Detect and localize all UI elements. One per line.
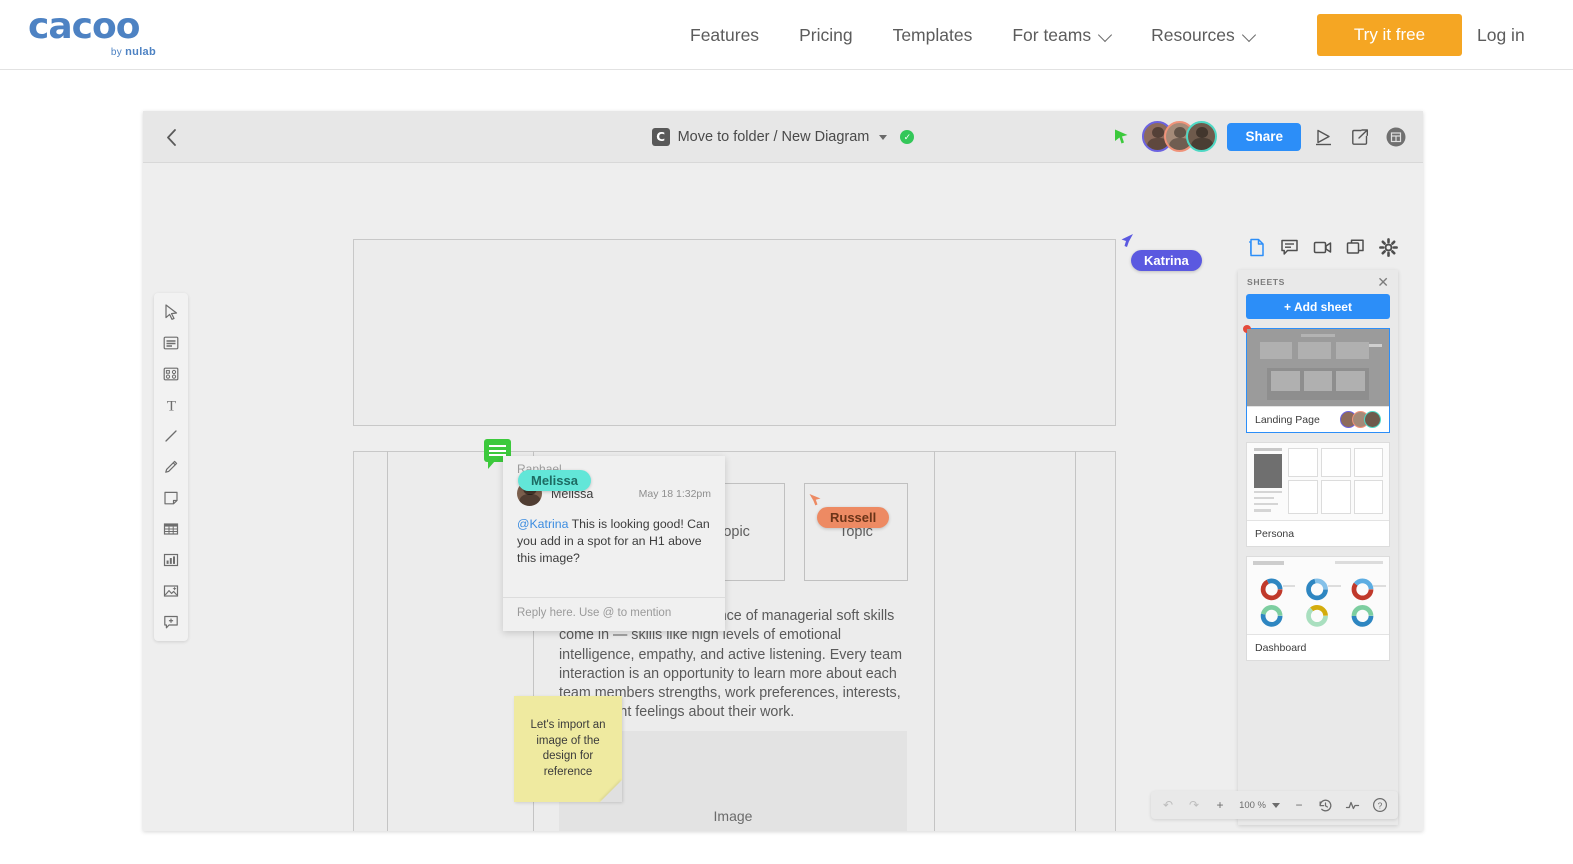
logo-byline-brand: nulab xyxy=(125,46,156,58)
sticky-note-text: Let's import an image of the design for … xyxy=(530,719,606,778)
melissa-cursor-label: Melissa xyxy=(518,470,591,491)
sheet-label: Persona xyxy=(1247,520,1389,546)
history-icon[interactable] xyxy=(1313,794,1338,816)
green-cursor-icon xyxy=(1113,128,1130,145)
collaborator-avatars[interactable] xyxy=(1142,121,1218,152)
diagram-canvas[interactable]: Topic Topic Topic This is where the impo… xyxy=(143,163,1423,831)
nav-link-for-teams[interactable]: For teams xyxy=(992,25,1131,46)
redo-button[interactable]: ↷ xyxy=(1182,794,1206,816)
sheet-label: Dashboard xyxy=(1247,634,1389,660)
chevron-down-icon xyxy=(1100,30,1111,41)
export-share-icon[interactable] xyxy=(1347,124,1373,150)
wireframe-column-divider xyxy=(387,451,388,831)
panel-icon-row xyxy=(1244,235,1401,260)
wireframe-frame-top[interactable] xyxy=(353,239,1116,426)
nav-link-features[interactable]: Features xyxy=(670,25,779,46)
zoom-level-value: 100 % xyxy=(1239,799,1266,811)
wireframe-column-divider xyxy=(1075,451,1076,831)
share-button[interactable]: Share xyxy=(1227,122,1301,151)
logo-byline-prefix: by xyxy=(110,47,126,58)
sheet-thumbnail xyxy=(1247,329,1389,406)
avatar xyxy=(1364,411,1381,428)
saved-status-icon: ✓ xyxy=(900,130,915,144)
sheets-panel-header: SHEETS ✕ xyxy=(1238,270,1398,294)
sheets-panel: SHEETS ✕ + Add sheet Landing Page Person… xyxy=(1238,270,1398,825)
katrina-cursor-label: Katrina xyxy=(1131,250,1202,271)
sheet-thumbnail xyxy=(1247,557,1389,634)
sheet-card-persona[interactable]: Persona xyxy=(1246,442,1390,547)
present-icon[interactable] xyxy=(1311,124,1337,150)
app-header-bar: C Move to folder / New Diagram ✓ Share xyxy=(143,111,1423,163)
nav-link-pricing-label: Pricing xyxy=(799,24,853,45)
nav-links: Features Pricing Templates For teams Res… xyxy=(670,0,1275,70)
sheet-card-dashboard[interactable]: Dashboard xyxy=(1246,556,1390,661)
logo-byline: by nulab xyxy=(28,46,158,58)
cacoo-doc-icon: C xyxy=(651,128,670,146)
image-placeholder-label: Image xyxy=(713,808,753,824)
sheet-card-landing-page[interactable]: Landing Page xyxy=(1243,325,1390,433)
sticky-note[interactable]: Let's import an image of the design for … xyxy=(514,696,622,802)
sheet-name: Landing Page xyxy=(1255,413,1320,426)
close-icon[interactable]: ✕ xyxy=(1377,275,1389,289)
comment-mention[interactable]: @Katrina xyxy=(517,517,568,531)
header-actions: Share xyxy=(1113,121,1409,152)
undo-button[interactable]: ↶ xyxy=(1156,794,1180,816)
site-navigation-bar: cacoo by nulab Features Pricing Template… xyxy=(0,0,1573,70)
add-sheet-button[interactable]: + Add sheet xyxy=(1246,294,1390,319)
nav-link-resources-label: Resources xyxy=(1151,24,1235,45)
comments-icon[interactable] xyxy=(1277,235,1302,260)
sheet-name: Persona xyxy=(1255,527,1295,540)
sheet-thumbnail xyxy=(1247,443,1389,520)
zoom-in-button[interactable]: + xyxy=(1208,794,1232,816)
log-in-link[interactable]: Log in xyxy=(1477,0,1525,70)
sheets-icon[interactable] xyxy=(1244,235,1269,260)
avatar[interactable] xyxy=(1186,121,1218,152)
nav-link-pricing[interactable]: Pricing xyxy=(779,25,873,46)
settings-gear-icon[interactable] xyxy=(1376,235,1401,260)
chevron-down-icon xyxy=(1244,30,1255,41)
cacoo-app-window: C Move to folder / New Diagram ✓ Share T… xyxy=(143,111,1423,831)
sheets-panel-title: SHEETS xyxy=(1247,277,1285,287)
video-chat-icon[interactable] xyxy=(1310,235,1335,260)
minimap-icon[interactable] xyxy=(1340,794,1365,816)
russell-cursor-label: Russell xyxy=(817,507,890,528)
logo-wordmark: cacoo xyxy=(28,6,140,47)
sheet-label: Landing Page xyxy=(1247,406,1389,432)
account-menu-icon[interactable] xyxy=(1383,124,1409,150)
nav-link-templates[interactable]: Templates xyxy=(873,25,993,46)
nav-link-features-label: Features xyxy=(690,24,760,45)
cacoo-logo[interactable]: cacoo by nulab xyxy=(28,9,158,61)
zoom-control-bar: ↶ ↷ + 100 % − ? xyxy=(1151,791,1398,819)
comment-body: @Katrina This is looking good! Can you a… xyxy=(503,506,725,597)
sheet-collaborator-avatars xyxy=(1340,411,1381,428)
comment-timestamp: May 18 1:32pm xyxy=(638,487,711,500)
chevron-down-icon xyxy=(1272,802,1280,808)
zoom-level-selector[interactable]: 100 % xyxy=(1234,794,1285,816)
nav-link-templates-label: Templates xyxy=(892,24,973,45)
layers-icon[interactable] xyxy=(1343,235,1368,260)
nav-link-resources[interactable]: Resources xyxy=(1131,25,1275,46)
comment-reply-input[interactable]: Reply here. Use @ to mention xyxy=(503,597,725,631)
svg-text:?: ? xyxy=(1378,800,1383,810)
help-button[interactable]: ? xyxy=(1367,794,1393,816)
try-it-free-button[interactable]: Try it free xyxy=(1317,14,1462,56)
katrina-cursor-icon xyxy=(1119,233,1135,251)
sheet-name: Dashboard xyxy=(1255,641,1307,654)
nav-link-for-teams-label: For teams xyxy=(1012,24,1092,45)
document-title[interactable]: Move to folder / New Diagram xyxy=(678,129,870,145)
zoom-out-button[interactable]: − xyxy=(1287,794,1311,816)
document-menu-caret-icon[interactable] xyxy=(879,134,888,140)
wireframe-column-divider xyxy=(934,451,935,831)
